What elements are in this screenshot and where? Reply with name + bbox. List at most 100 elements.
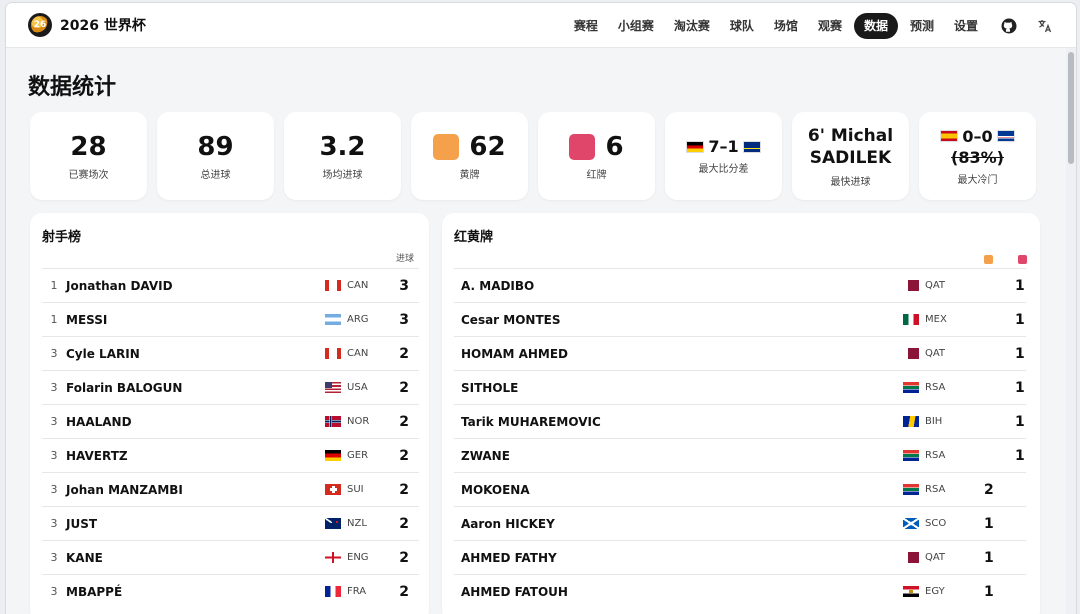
stat-fastest-line2: SADILEK (809, 147, 892, 168)
scorer-rank: 3 (50, 347, 58, 360)
team-code: QAT (925, 552, 946, 563)
team-code: CAN (347, 348, 369, 359)
scorer-name: Johan MANZAMBI (66, 482, 183, 497)
scorer-rank: 3 (50, 483, 58, 496)
card-row[interactable]: HOMAM AHMED QAT 1 (454, 336, 1026, 370)
rsa-flag-icon (903, 484, 919, 495)
scorers-list: 1 Jonathan DAVID CAN 3 1 MESSI ARG 3 3 Cyle LARIN… (42, 268, 419, 608)
scorer-row[interactable]: 3 Folarin BALOGUN USA 2 (42, 370, 419, 404)
scorer-team: GER (325, 450, 368, 461)
team-code: QAT (925, 280, 946, 291)
scorer-rank: 3 (50, 381, 58, 394)
scorer-row[interactable]: 3 Cyle LARIN CAN 2 (42, 336, 419, 370)
scorer-name: MESSI (66, 312, 108, 327)
nav-item-2[interactable]: 淘汰赛 (666, 13, 718, 39)
stat-avg: 3.2 场均进球 (284, 112, 401, 200)
sui-flag-icon (325, 484, 341, 495)
stat-biggest-upset[interactable]: 0–0 (83%) 最大冷门 (919, 112, 1036, 200)
scorer-rank: 1 (50, 279, 58, 292)
qat-flag-icon (903, 280, 919, 291)
stat-biggest-value: 7–1 (708, 137, 739, 156)
nor-flag-icon (325, 416, 341, 427)
can-flag-icon (325, 348, 341, 359)
team-code: ENG (347, 552, 369, 563)
nav-item-4[interactable]: 场馆 (766, 13, 806, 39)
red-card-count: 1 (1015, 311, 1025, 328)
card-row[interactable]: ZWANE RSA 1 (454, 438, 1026, 472)
stat-yellow-value: 62 (469, 131, 506, 162)
app-title[interactable]: 2026 世界杯 (60, 15, 146, 35)
stat-yellow-label: 黄牌 (459, 169, 480, 181)
card-player-name: Aaron HICKEY (461, 516, 555, 531)
github-icon[interactable] (996, 13, 1022, 39)
nav-item-5[interactable]: 观赛 (810, 13, 850, 39)
nav-item-6[interactable]: 数据 (853, 12, 898, 39)
nav-item-7[interactable]: 预测 (902, 13, 942, 39)
yellow-card-count: 1 (984, 515, 994, 532)
stats-row: 28 已赛场次 89 总进球 3.2 场均进球 62 黄牌 6 红牌 7–1 最… (30, 112, 1036, 200)
sco-flag-icon (903, 518, 919, 529)
scorer-goals: 3 (399, 311, 409, 328)
card-row[interactable]: AHMED FATHY QAT 1 (454, 540, 1026, 574)
card-team: QAT (903, 348, 945, 359)
stat-played-value: 28 (70, 131, 107, 162)
card-team: SCO (903, 518, 946, 529)
card-row[interactable]: AHMED FATOUH EGY 1 (454, 574, 1026, 608)
bih-flag-icon (903, 416, 919, 427)
stat-fastest-goal[interactable]: 6' Michal SADILEK 最快进球 (792, 112, 909, 200)
scorer-row[interactable]: 3 KANE ENG 2 (42, 540, 419, 574)
worldcup-logo-icon[interactable]: 26 (28, 13, 52, 37)
team-code: SCO (925, 518, 947, 529)
stat-red: 6 红牌 (538, 112, 655, 200)
red-card-count: 1 (1015, 345, 1025, 362)
card-team: MEX (903, 314, 947, 325)
scorer-goals: 2 (399, 583, 409, 600)
team-code: RSA (925, 382, 946, 393)
stat-biggest-margin[interactable]: 7–1 最大比分差 (665, 112, 782, 200)
scorer-rank: 3 (50, 415, 58, 428)
scorer-rank: 3 (50, 585, 58, 598)
nav-item-8[interactable]: 设置 (946, 13, 986, 39)
card-row[interactable]: MOKOENA RSA 2 (454, 472, 1026, 506)
stat-biggest-label: 最大比分差 (698, 164, 749, 175)
yellow-card-count: 2 (984, 481, 994, 498)
scorer-row[interactable]: 3 HAALAND NOR 2 (42, 404, 419, 438)
scorer-row[interactable]: 3 MBAPPÉ FRA 2 (42, 574, 419, 608)
stat-avg-label: 场均进球 (322, 169, 363, 181)
stat-yellow: 62 黄牌 (411, 112, 528, 200)
scorer-goals: 2 (399, 379, 409, 396)
scorer-team: FRA (325, 586, 366, 597)
team-code: USA (347, 382, 368, 393)
scorer-row[interactable]: 3 JUST NZL 2 (42, 506, 419, 540)
scorer-row[interactable]: 3 HAVERTZ GER 2 (42, 438, 419, 472)
card-row[interactable]: Tarik MUHAREMOVIC BIH 1 (454, 404, 1026, 438)
qat-flag-icon (903, 348, 919, 359)
card-row[interactable]: A. MADIBO QAT 1 (454, 268, 1026, 302)
stat-fastest-line1: 6' Michal (807, 125, 894, 146)
scorer-row[interactable]: 1 Jonathan DAVID CAN 3 (42, 268, 419, 302)
card-row[interactable]: Aaron HICKEY SCO 1 (454, 506, 1026, 540)
scrollbar-thumb[interactable] (1068, 52, 1074, 164)
team-code: ARG (347, 314, 369, 325)
nav-item-3[interactable]: 球队 (722, 13, 762, 39)
scorer-goals: 2 (399, 447, 409, 464)
nav-item-1[interactable]: 小组赛 (610, 13, 662, 39)
card-team: EGY (903, 586, 945, 597)
scorer-team: CAN (325, 280, 368, 291)
translate-icon[interactable] (1032, 13, 1058, 39)
scorer-rank: 1 (50, 313, 58, 326)
scorer-row[interactable]: 3 Johan MANZAMBI SUI 2 (42, 472, 419, 506)
scorer-name: Jonathan DAVID (66, 278, 173, 293)
stat-goals: 89 总进球 (157, 112, 274, 200)
qat-flag-icon (903, 552, 919, 563)
browser-window: 26 2026 世界杯 赛程 小组赛 淘汰赛 球队 场馆 观赛 数据 预测 设置 数据统计 28… (6, 3, 1076, 614)
scorer-team: USA (325, 382, 368, 393)
can-flag-icon (325, 280, 341, 291)
scorer-row[interactable]: 1 MESSI ARG 3 (42, 302, 419, 336)
stat-goals-value: 89 (197, 131, 234, 162)
card-row[interactable]: SITHOLE RSA 1 (454, 370, 1026, 404)
nav-item-0[interactable]: 赛程 (566, 13, 606, 39)
page-scrollbar[interactable] (1066, 48, 1076, 614)
card-row[interactable]: Cesar MONTES MEX 1 (454, 302, 1026, 336)
top-navbar: 26 2026 世界杯 赛程 小组赛 淘汰赛 球队 场馆 观赛 数据 预测 设置 (6, 3, 1076, 48)
